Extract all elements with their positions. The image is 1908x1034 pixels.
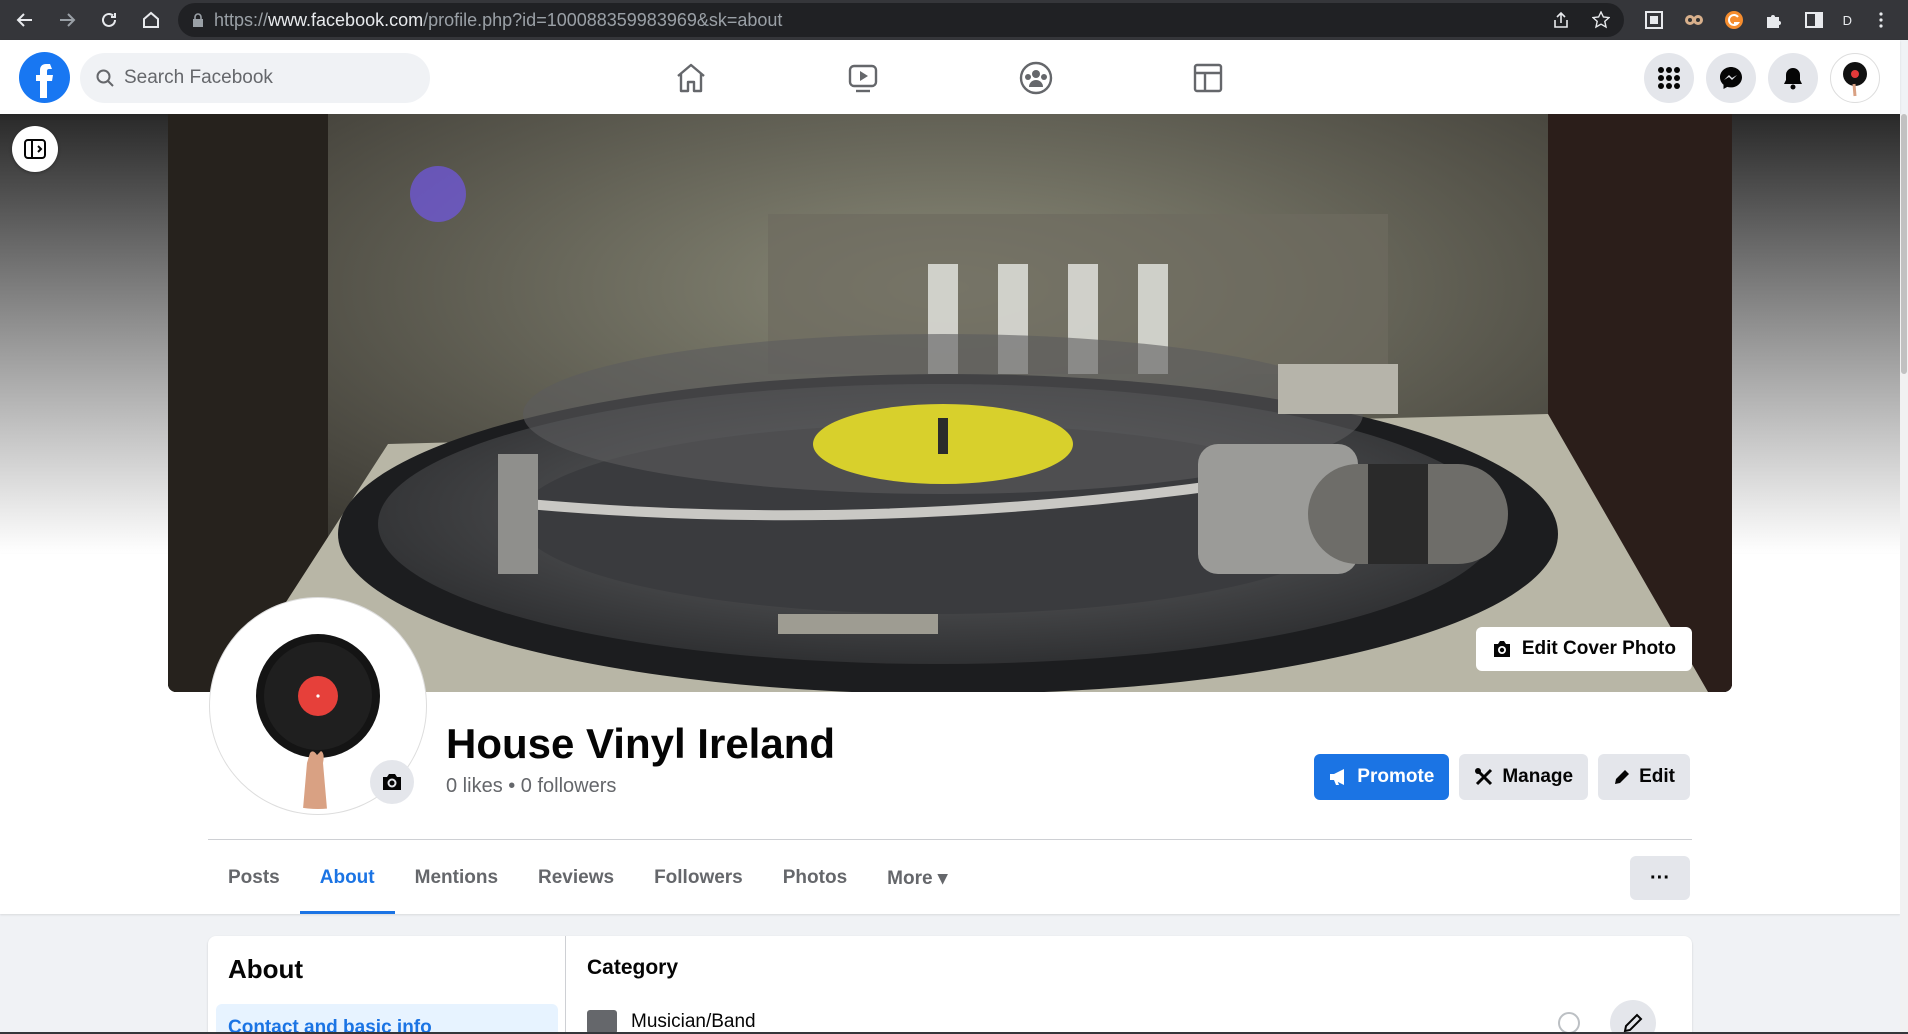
groups-icon xyxy=(1019,61,1053,95)
edit-cover-photo-button[interactable]: Edit Cover Photo xyxy=(1475,627,1692,671)
edit-button[interactable]: Edit xyxy=(1598,754,1690,800)
menu-button[interactable] xyxy=(1644,53,1694,103)
edit-label: Edit xyxy=(1639,766,1675,787)
tools-icon xyxy=(1475,768,1493,786)
address-bar[interactable]: https://www.facebook.com/profile.php?id=… xyxy=(178,3,1624,37)
page-stats[interactable]: 0 likes • 0 followers xyxy=(446,775,616,798)
owl-extension-icon[interactable] xyxy=(1683,9,1705,31)
tab-more[interactable]: More ▾ xyxy=(867,842,967,914)
camera-icon xyxy=(1493,641,1510,657)
app-grid-icon xyxy=(1658,67,1680,89)
cover-photo[interactable]: Edit Cover Photo xyxy=(168,114,1732,692)
turntable-image xyxy=(168,114,1732,692)
search-icon xyxy=(96,69,114,87)
category-icon xyxy=(587,1010,617,1034)
page-title: House Vinyl Ireland xyxy=(446,720,836,767)
promote-button[interactable]: Promote xyxy=(1314,754,1450,800)
tab-about[interactable]: About xyxy=(299,842,395,914)
about-heading: About xyxy=(228,954,304,984)
megaphone-icon xyxy=(1330,769,1345,785)
browser-profile-avatar[interactable]: D xyxy=(1843,13,1852,28)
scrollbar-thumb[interactable] xyxy=(1901,114,1907,374)
camera-icon xyxy=(383,774,401,790)
account-avatar[interactable] xyxy=(1830,53,1880,103)
home-icon[interactable] xyxy=(134,3,168,37)
search-input[interactable] xyxy=(124,67,404,89)
update-profile-picture-button[interactable] xyxy=(370,760,414,804)
side-panel-icon[interactable] xyxy=(1803,9,1825,31)
sidebar-panel-icon xyxy=(24,139,46,159)
manage-label: Manage xyxy=(1502,766,1574,787)
edit-cover-photo-label: Edit Cover Photo xyxy=(1521,638,1676,659)
facebook-header xyxy=(0,40,1900,114)
url-text: https://www.facebook.com/profile.php?id=… xyxy=(214,9,783,30)
edit-category-button[interactable] xyxy=(1610,1000,1656,1034)
bookmark-star-icon[interactable] xyxy=(1592,11,1610,29)
profile-divider xyxy=(208,839,1692,840)
video-icon xyxy=(848,64,878,93)
browser-toolbar: https://www.facebook.com/profile.php?id=… xyxy=(0,0,1908,40)
nav-watch-tab[interactable] xyxy=(803,50,923,106)
gaming-icon xyxy=(1193,63,1223,93)
category-heading: Category xyxy=(587,956,679,979)
nav-gaming-tab[interactable] xyxy=(1148,50,1268,106)
facebook-logo-icon[interactable] xyxy=(19,52,70,103)
category-value: Musician/Band xyxy=(631,1011,756,1032)
share-icon[interactable] xyxy=(1552,11,1570,29)
manage-button[interactable]: Manage xyxy=(1459,754,1589,800)
profile-tabs: Posts About Mentions Reviews Followers P… xyxy=(208,842,967,914)
page-actions: Promote Manage Edit xyxy=(1314,754,1690,800)
sidebar-toggle-button[interactable] xyxy=(12,126,58,172)
reload-icon[interactable] xyxy=(92,3,126,37)
pencil-icon xyxy=(1623,1013,1643,1033)
more-options-button[interactable]: ··· xyxy=(1630,856,1690,900)
tab-reviews[interactable]: Reviews xyxy=(518,842,634,914)
home-nav-icon xyxy=(677,63,705,93)
vinyl-record-icon xyxy=(1843,62,1867,97)
lock-icon xyxy=(193,13,203,27)
forward-icon[interactable] xyxy=(50,3,84,37)
nav-home-tab[interactable] xyxy=(631,50,751,106)
promote-label: Promote xyxy=(1357,766,1435,787)
tab-followers[interactable]: Followers xyxy=(634,842,763,914)
tab-mentions[interactable]: Mentions xyxy=(395,842,518,914)
pencil-icon xyxy=(1615,770,1630,784)
about-card: About Contact and basic info Category Mu… xyxy=(208,936,1692,1034)
tab-photos[interactable]: Photos xyxy=(763,842,867,914)
notifications-button[interactable] xyxy=(1768,53,1818,103)
about-sidebar: About Contact and basic info xyxy=(208,936,566,1034)
category-row: Musician/Band xyxy=(587,1010,756,1034)
bell-icon xyxy=(1784,68,1802,90)
page-scrollbar[interactable] xyxy=(1900,114,1908,1034)
puzzle-extension-icon[interactable] xyxy=(1763,9,1785,31)
messenger-icon xyxy=(1720,67,1742,89)
tab-posts[interactable]: Posts xyxy=(208,842,300,914)
back-icon[interactable] xyxy=(8,3,42,37)
search-box[interactable] xyxy=(80,53,430,103)
qr-extension-icon[interactable] xyxy=(1643,9,1665,31)
grammarly-extension-icon[interactable] xyxy=(1723,9,1745,31)
nav-groups-tab[interactable] xyxy=(976,50,1096,106)
contact-info-link[interactable]: Contact and basic info xyxy=(216,1004,558,1034)
messenger-button[interactable] xyxy=(1706,53,1756,103)
browser-menu-icon[interactable] xyxy=(1870,9,1892,31)
globe-icon[interactable] xyxy=(1558,1012,1580,1034)
